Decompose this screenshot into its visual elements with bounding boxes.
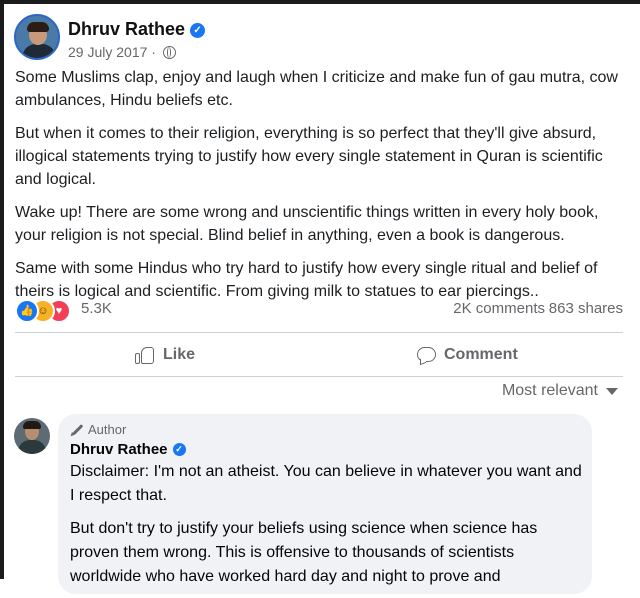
- like-button[interactable]: Like: [135, 342, 195, 368]
- author-badge: Author: [72, 422, 126, 437]
- post-header: Dhruv Rathee ✓ 29 July 2017 ·: [14, 14, 614, 64]
- comment-button[interactable]: Comment: [417, 342, 518, 368]
- commenter-avatar[interactable]: [14, 418, 50, 454]
- post-paragraph: Wake up! There are some wrong and unscie…: [15, 204, 599, 244]
- comment-bubble-icon: [417, 346, 436, 365]
- meta-separator: ·: [151, 44, 156, 60]
- verified-badge-icon: ✓: [172, 443, 186, 456]
- like-icon: 👍: [15, 299, 39, 323]
- post-actions: Like Comment: [15, 340, 623, 370]
- divider: [15, 376, 623, 377]
- author-avatar[interactable]: [14, 14, 60, 60]
- globe-icon: [162, 46, 176, 59]
- caret-down-icon: [606, 387, 618, 395]
- frame-border-left: [0, 0, 4, 579]
- share-count[interactable]: 863 shares: [549, 300, 623, 317]
- verified-badge-icon: ✓: [190, 23, 206, 38]
- author-badge-label: Author: [88, 422, 127, 437]
- post-meta: 29 July 2017 ·: [68, 44, 176, 60]
- sort-label: Most relevant: [501, 382, 598, 399]
- author-name-text[interactable]: Dhruv Rathee: [68, 19, 185, 39]
- pencil-icon: [72, 424, 84, 435]
- reaction-icons[interactable]: ♥ ☺ 👍: [15, 299, 79, 323]
- comment-sort-dropdown[interactable]: Most relevant: [502, 382, 618, 400]
- reactions-summary: ♥ ☺ 👍 5.3K 2K comments 863 shares: [15, 296, 623, 324]
- comment-count[interactable]: 2K comments: [453, 300, 545, 317]
- like-label: Like: [163, 346, 196, 363]
- author-name[interactable]: Dhruv Rathee ✓: [68, 19, 206, 40]
- reaction-count[interactable]: 5.3K: [81, 300, 112, 317]
- post-text: Some Muslims clap, enjoy and laugh when …: [15, 66, 627, 313]
- thumbs-up-icon: [135, 346, 155, 364]
- comment-bubble: Author Dhruv Rathee ✓ Disclaimer: I'm not…: [58, 414, 592, 594]
- comment-author[interactable]: Dhruv Rathee ✓: [70, 441, 186, 458]
- comment-paragraph: But don't try to justify your beliefs us…: [70, 520, 538, 585]
- comment-label: Comment: [444, 346, 518, 363]
- divider: [15, 332, 623, 333]
- comment-author-name[interactable]: Dhruv Rathee: [70, 441, 168, 458]
- post-paragraph: Some Muslims clap, enjoy and laugh when …: [15, 69, 618, 109]
- post-date[interactable]: 29 July 2017: [68, 44, 147, 60]
- comment-paragraph: Disclaimer: I'm not an atheist. You can …: [70, 463, 582, 504]
- frame-border-top: [0, 0, 640, 4]
- comment-text: Disclaimer: I'm not an atheist. You can …: [70, 460, 585, 598]
- post-paragraph: But when it comes to their religion, eve…: [15, 125, 603, 188]
